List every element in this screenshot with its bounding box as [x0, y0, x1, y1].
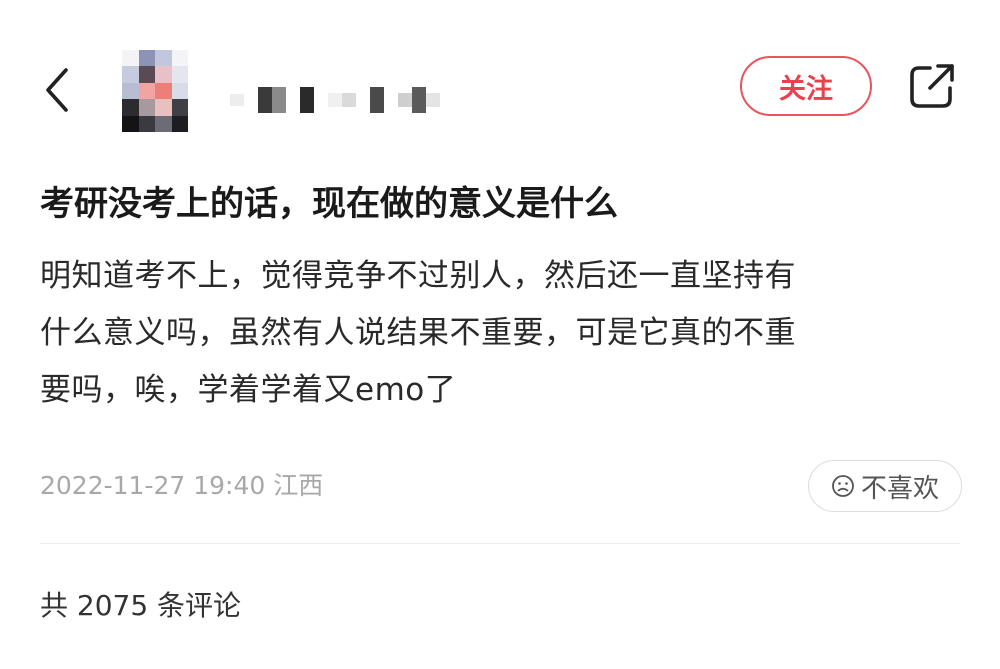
post-timestamp: 2022-11-27 19:40	[40, 471, 266, 500]
frown-face-icon	[832, 475, 854, 497]
post-content-line: 什么意义吗，虽然有人说结果不重要，可是它真的不重	[40, 315, 796, 351]
chevron-left-icon	[46, 68, 68, 112]
post-title: 考研没考上的话，现在做的意义是什么	[40, 184, 618, 224]
share-external-icon	[910, 64, 954, 108]
follow-button[interactable]: 关注	[740, 56, 872, 116]
dislike-button-label: 不喜欢	[860, 473, 939, 504]
post-content-line: 要吗，唉，学着学着又emo了	[40, 372, 457, 408]
post-content: 明知道考不上，觉得竞争不过别人，然后还一直坚持有 什么意义吗，虽然有人说结果不重…	[40, 248, 960, 419]
follow-button-label: 关注	[779, 73, 833, 105]
username-pixelated[interactable]	[230, 84, 440, 116]
post-content-line: 明知道考不上，觉得竞争不过别人，然后还一直坚持有	[40, 258, 796, 294]
back-button[interactable]	[36, 64, 80, 116]
avatar[interactable]	[122, 50, 188, 132]
dislike-button[interactable]: 不喜欢	[808, 460, 962, 512]
comment-count: 共 2075 条评论	[40, 589, 242, 622]
post-location: 江西	[273, 471, 324, 500]
post-meta: 2022-11-27 19:40 江西	[40, 468, 323, 504]
share-button[interactable]	[906, 60, 958, 112]
section-divider	[40, 543, 960, 544]
top-bar: 关注	[0, 40, 1000, 140]
